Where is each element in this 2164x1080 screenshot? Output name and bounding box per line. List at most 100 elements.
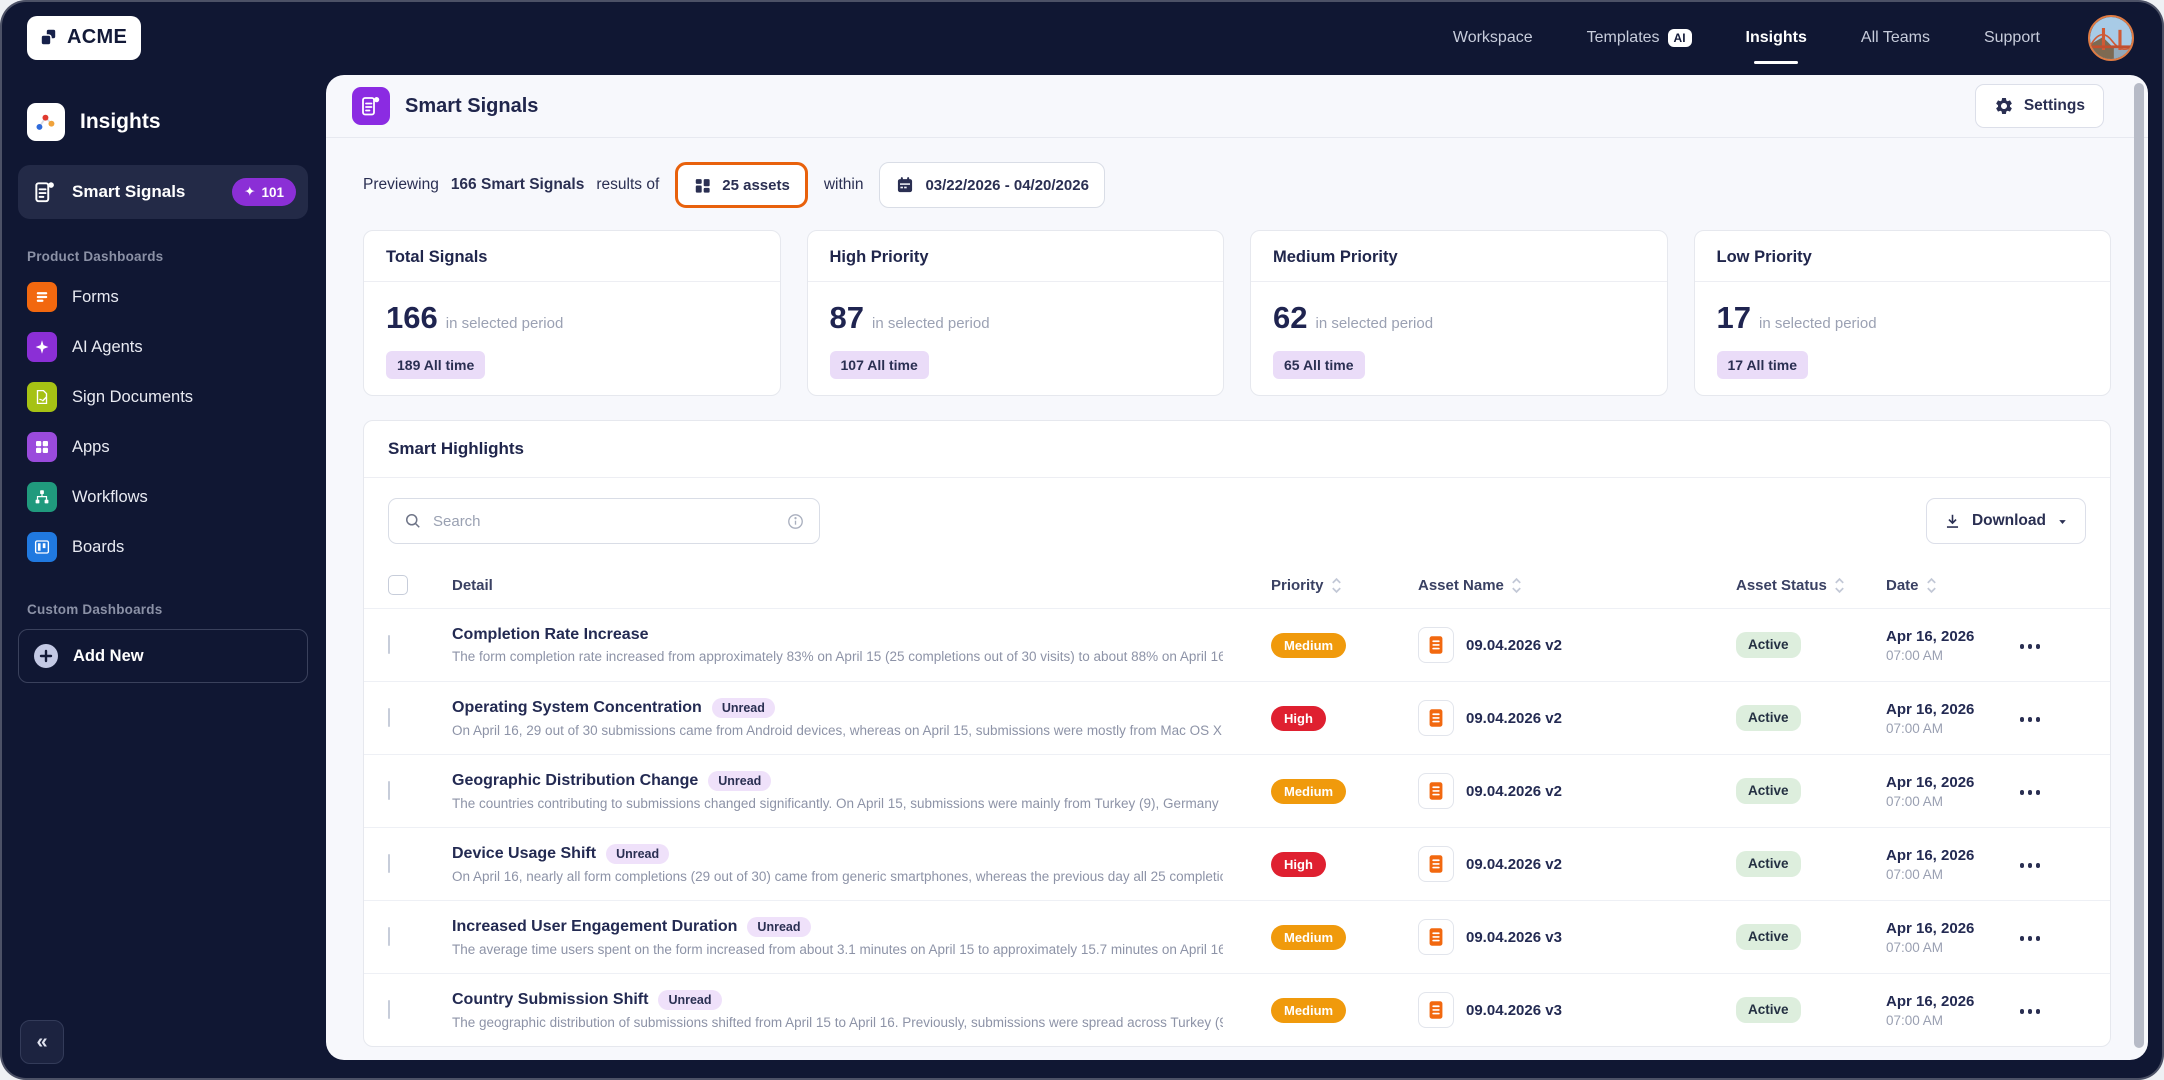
signal-title: Geographic Distribution Change: [452, 772, 699, 789]
status-badge: Active: [1736, 705, 1801, 731]
unread-badge: Unread: [711, 697, 775, 719]
nav-insights[interactable]: Insights: [1746, 29, 1807, 64]
row-checkbox[interactable]: [388, 781, 390, 800]
row-checkbox[interactable]: [388, 708, 390, 727]
signal-title: Operating System Concentration: [452, 699, 702, 716]
asset-name: 09.04.2026 v2: [1466, 782, 1562, 800]
acme-logo[interactable]: ACME: [27, 15, 142, 60]
ai-agents-icon: [27, 332, 57, 362]
top-nav: Workspace Templates AI Insights All Team…: [1453, 14, 2134, 64]
sidebar-item-smart-signals[interactable]: Smart Signals ✦ 101: [18, 165, 308, 219]
sidebar-item-sign-documents[interactable]: Sign Documents: [18, 372, 308, 422]
sidebar-item-label: Smart Signals: [72, 182, 186, 201]
sidebar-app-title: Insights: [80, 110, 161, 133]
table-row[interactable]: Device Usage Shift Unread On April 16, ne…: [364, 827, 2110, 900]
download-icon: [1943, 512, 1962, 531]
unread-badge: Unread: [708, 770, 772, 792]
calendar-icon: [895, 175, 915, 195]
column-date[interactable]: Date: [1886, 577, 2016, 594]
table-header: Detail Priority Asset Name Asset Status …: [364, 562, 2110, 608]
table-row[interactable]: Geographic Distribution Change Unread The…: [364, 754, 2110, 827]
smart-signals-page-icon: [352, 87, 390, 125]
priority-badge: Medium: [1271, 997, 1347, 1023]
column-asset-status[interactable]: Asset Status: [1736, 577, 1886, 594]
active-tab-underline: [1754, 60, 1799, 64]
column-detail: Detail: [452, 576, 493, 594]
row-date: Apr 16, 2026: [1886, 992, 1975, 1010]
download-button[interactable]: Download: [1925, 498, 2086, 544]
table-row[interactable]: Completion Rate Increase The form comple…: [364, 608, 2110, 681]
column-priority[interactable]: Priority: [1223, 577, 1418, 594]
sidebar-item-forms[interactable]: Forms: [18, 272, 308, 322]
stat-card-medium-priority: Medium Priority 62 in selected period 65 …: [1250, 230, 1668, 396]
row-menu-button[interactable]: [2016, 638, 2044, 655]
row-menu-button[interactable]: [2016, 1003, 2044, 1020]
row-menu-button[interactable]: [2016, 930, 2044, 947]
workflows-icon: [27, 482, 57, 512]
table-row[interactable]: Increased User Engagement Duration Unread…: [364, 900, 2110, 973]
form-asset-icon: [1418, 773, 1454, 809]
row-time: 07:00 AM: [1886, 1012, 1944, 1028]
row-menu-button[interactable]: [2016, 857, 2044, 874]
status-badge: Active: [1736, 778, 1801, 804]
form-asset-icon: [1418, 919, 1454, 955]
row-menu-button[interactable]: [2016, 711, 2044, 728]
form-asset-icon: [1418, 627, 1454, 663]
row-time: 07:00 AM: [1886, 939, 1944, 955]
scrollbar-thumb[interactable]: [2134, 83, 2144, 1048]
sidebar-item-boards[interactable]: Boards: [18, 522, 308, 572]
table-row[interactable]: Country Submission Shift Unread The geogr…: [364, 973, 2110, 1046]
plus-circle-icon: [33, 643, 59, 669]
nav-workspace[interactable]: Workspace: [1453, 29, 1533, 47]
row-time: 07:00 AM: [1886, 647, 1944, 663]
row-time: 07:00 AM: [1886, 793, 1944, 809]
asset-name: 09.04.2026 v2: [1466, 709, 1562, 727]
nav-support[interactable]: Support: [1984, 29, 2040, 47]
select-all-checkbox[interactable]: [388, 575, 408, 595]
form-asset-icon: [1418, 846, 1454, 882]
sidebar-item-apps[interactable]: Apps: [18, 422, 308, 472]
preview-within: within: [823, 176, 864, 193]
table-row[interactable]: Operating System Concentration Unread On …: [364, 681, 2110, 754]
row-menu-button[interactable]: [2016, 784, 2044, 801]
priority-badge: Medium: [1271, 632, 1347, 658]
preview-of: results of: [596, 176, 660, 193]
assets-filter-button[interactable]: 25 assets: [675, 162, 808, 208]
alltime-badge: 65 All time: [1273, 351, 1365, 379]
signal-description: The geographic distribution of submissio…: [452, 1015, 1223, 1031]
sort-icon: [1331, 577, 1341, 593]
add-new-button[interactable]: Add New: [18, 629, 308, 683]
chevron-down-icon: [2056, 515, 2069, 528]
user-avatar[interactable]: [2088, 14, 2134, 61]
sidebar-item-workflows[interactable]: Workflows: [18, 472, 308, 522]
row-checkbox[interactable]: [388, 927, 390, 946]
row-checkbox[interactable]: [388, 854, 390, 873]
acme-logo-text: ACME: [67, 26, 128, 48]
top-bar: ACME Workspace Templates AI Insights All…: [0, 0, 2164, 75]
sidebar-item-ai-agents[interactable]: AI Agents: [18, 322, 308, 372]
search-input[interactable]: [433, 512, 776, 530]
date-range-button[interactable]: 03/22/2026 - 04/20/2026: [879, 162, 1105, 208]
collapse-chevrons-icon: «: [36, 1030, 48, 1053]
form-asset-icon: [1418, 992, 1454, 1028]
status-badge: Active: [1736, 632, 1801, 658]
column-asset-name[interactable]: Asset Name: [1418, 577, 1736, 594]
row-checkbox[interactable]: [388, 1000, 390, 1019]
nav-all-teams[interactable]: All Teams: [1861, 29, 1930, 47]
signal-title: Country Submission Shift: [452, 991, 649, 1008]
priority-badge: Medium: [1271, 778, 1347, 804]
row-time: 07:00 AM: [1886, 720, 1944, 736]
unread-badge: Unread: [606, 843, 670, 865]
row-checkbox[interactable]: [388, 635, 390, 654]
search-icon: [403, 511, 423, 531]
smart-signals-icon: [32, 179, 58, 205]
insights-app-icon: [27, 103, 65, 141]
info-icon[interactable]: [786, 512, 805, 531]
nav-templates[interactable]: Templates AI: [1587, 28, 1692, 47]
preview-bar: Previewing 166 Smart Signals results of …: [326, 138, 2148, 208]
sort-icon: [1926, 577, 1936, 593]
stat-cards: Total Signals 166 in selected period 189 …: [326, 208, 2148, 396]
sidebar-collapse-button[interactable]: «: [20, 1020, 64, 1064]
signal-title: Increased User Engagement Duration: [452, 918, 738, 935]
settings-button[interactable]: Settings: [1974, 84, 2104, 128]
